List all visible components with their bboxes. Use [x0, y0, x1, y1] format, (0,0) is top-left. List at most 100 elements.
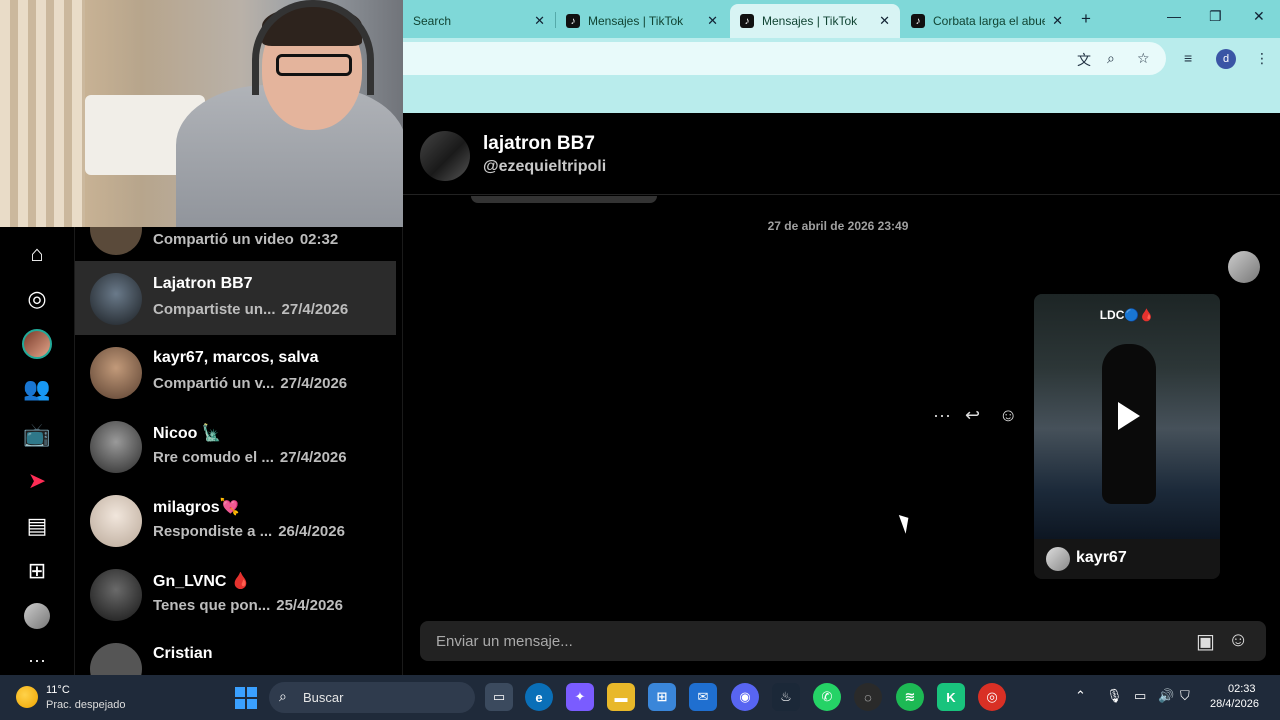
discord-icon[interactable]: ◉ [731, 683, 759, 711]
kick-icon[interactable]: K [937, 683, 965, 711]
security-icon[interactable]: ⛉ [1180, 688, 1190, 704]
conversation-name: milagros💘 [153, 499, 240, 516]
media-control-icon[interactable]: ≡ [1184, 50, 1192, 66]
conversation-item-selected[interactable]: Lajatron BB7 Compartiste un... 27/4/2026 [75, 261, 396, 335]
live-icon[interactable]: 📺 [22, 420, 52, 450]
play-icon[interactable] [1118, 402, 1140, 430]
shared-video-card[interactable]: LDC🔵🩸 kayr67 [1034, 294, 1220, 579]
chat-avatar[interactable] [420, 131, 470, 181]
react-emoji-icon[interactable]: ☺ [999, 405, 1017, 426]
live-avatar-icon[interactable] [22, 329, 52, 359]
conversation-item[interactable]: milagros💘 Respondiste a ... 26/4/2026 [75, 483, 396, 557]
start-button[interactable] [235, 687, 257, 709]
tiktok-icon: ♪ [566, 14, 580, 28]
previous-message-bubble [471, 196, 657, 203]
conversation-item[interactable]: Nicoo 🗽 Rre comudo el ... 27/4/2026 [75, 409, 396, 483]
conversation-avatar [90, 421, 142, 473]
conversation-item[interactable]: kayr67, marcos, salva Compartió un v... 2… [75, 335, 396, 409]
maximize-button[interactable]: ❐ [1209, 8, 1222, 25]
video-author-bar: kayr67 [1034, 539, 1220, 579]
address-bar[interactable] [403, 42, 1166, 75]
tab-mensajes-1[interactable]: ♪ Mensajes | TikTok ✕ [556, 4, 728, 38]
emoji-icon[interactable]: ☺ [1228, 629, 1248, 652]
store-icon[interactable]: ⊞ [648, 683, 676, 711]
message-input[interactable] [436, 621, 1176, 661]
conversation-item[interactable]: Gn_LVNC 🩸 Tenes que pon... 25/4/2026 [75, 557, 396, 631]
conversation-name: Cristian [153, 645, 213, 662]
video-author-name: kayr67 [1076, 549, 1127, 566]
chat-header: lajatron BB7 @ezequieltripoli [403, 113, 1280, 195]
conversation-item[interactable]: Compartió un video 02:32 [75, 227, 396, 265]
close-tab-icon[interactable]: ✕ [534, 13, 545, 29]
explore-icon[interactable]: ◎ [22, 284, 52, 314]
video-caption: LDC🔵🩸 [1099, 308, 1155, 322]
chrome-icon[interactable]: ◎ [978, 683, 1006, 711]
conversation-avatar [90, 569, 142, 621]
steam-icon[interactable]: ♨ [772, 683, 800, 711]
chat-name[interactable]: lajatron BB7 [483, 133, 595, 155]
profile-avatar[interactable]: d [1216, 49, 1236, 69]
volume-icon[interactable]: 🔊 [1158, 688, 1174, 704]
close-tab-icon[interactable]: ✕ [707, 13, 718, 29]
conversation-item[interactable]: Cristian [75, 631, 396, 675]
tiktok-icon: ♪ [911, 14, 925, 28]
conversation-name: Nicoo 🗽 [153, 425, 222, 442]
conversation-preview: Compartió un v... 27/4/2026 [153, 375, 348, 392]
reply-icon[interactable]: ↩ [965, 405, 980, 426]
tab-mensajes-active[interactable]: ♪ Mensajes | TikTok ✕ [730, 4, 900, 38]
file-explorer-icon[interactable]: ▬ [607, 683, 635, 711]
tiktok-icon: ♪ [740, 14, 754, 28]
tab-search[interactable]: Search ✕ [403, 4, 555, 38]
whatsapp-icon[interactable]: ✆ [813, 683, 841, 711]
weather-description[interactable]: Prac. despejado [46, 699, 126, 711]
conversation-avatar [90, 347, 142, 399]
message-composer: ▣ ☺ [420, 621, 1266, 661]
copilot-icon[interactable]: ✦ [566, 683, 594, 711]
profile-avatar[interactable] [24, 603, 50, 629]
outlook-icon[interactable]: ✉ [689, 683, 717, 711]
clock-time[interactable]: 02:33 [1228, 683, 1256, 695]
more-options-icon[interactable]: ··· [933, 405, 951, 426]
conversation-name: kayr67, marcos, salva [153, 349, 319, 366]
tab-corbata[interactable]: ♪ Corbata larga el abue ✕ [901, 4, 1073, 38]
upload-icon[interactable]: ⊞ [22, 556, 52, 586]
messages-icon[interactable]: ➤ [22, 466, 52, 496]
home-icon[interactable]: ⌂ [22, 239, 52, 269]
weather-temperature[interactable]: 11°C [46, 684, 70, 696]
edge-icon[interactable]: e [525, 683, 553, 711]
browser-chrome: Search ✕ ♪ Mensajes | TikTok ✕ ♪ Mensaje… [403, 0, 1280, 113]
task-view-icon[interactable]: ▭ [485, 683, 513, 711]
app-icon[interactable]: ◌ [854, 683, 882, 711]
clock-date[interactable]: 28/4/2026 [1210, 698, 1259, 710]
translate-icon[interactable]: 文 [1077, 50, 1091, 70]
close-tab-icon[interactable]: ✕ [879, 13, 890, 29]
tab-title: Search [413, 14, 452, 28]
zoom-icon[interactable]: ⌕ [1107, 50, 1115, 67]
conversation-name: Lajatron BB7 [153, 275, 253, 292]
microphone-icon[interactable]: 🎙 [1106, 688, 1123, 704]
minimize-button[interactable]: — [1167, 8, 1181, 24]
more-icon[interactable]: ··· [22, 645, 52, 675]
following-icon[interactable]: 👥 [22, 374, 52, 404]
search-icon: ⌕ [279, 688, 287, 704]
tray-overflow-icon[interactable]: ⌃ [1075, 688, 1086, 704]
spotify-icon[interactable]: ≋ [896, 683, 924, 711]
tab-title: Mensajes | TikTok [588, 14, 684, 28]
bookmark-star-icon[interactable]: ☆ [1137, 50, 1150, 67]
inbox-icon[interactable]: ▤ [22, 511, 52, 541]
conversation-list: Compartió un video 02:32 Lajatron BB7 Com… [75, 227, 403, 675]
chat-handle[interactable]: @ezequieltripoli [483, 158, 606, 176]
sender-avatar [1228, 251, 1260, 283]
conversation-avatar [90, 227, 142, 255]
conversation-preview: Respondiste a ... 26/4/2026 [153, 523, 345, 540]
close-tab-icon[interactable]: ✕ [1052, 13, 1063, 29]
close-window-button[interactable]: ✕ [1253, 8, 1265, 25]
conversation-preview: Rre comudo el ... 27/4/2026 [153, 449, 347, 466]
new-tab-button[interactable]: + [1081, 9, 1091, 29]
conversation-preview: Compartiste un... 27/4/2026 [153, 301, 349, 318]
image-attach-icon[interactable]: ▣ [1196, 629, 1215, 654]
taskbar-search[interactable]: ⌕ Buscar [269, 682, 475, 713]
network-icon[interactable]: ▭ [1134, 688, 1146, 704]
weather-icon[interactable] [16, 686, 38, 708]
browser-menu-icon[interactable]: ⋮ [1255, 50, 1269, 67]
